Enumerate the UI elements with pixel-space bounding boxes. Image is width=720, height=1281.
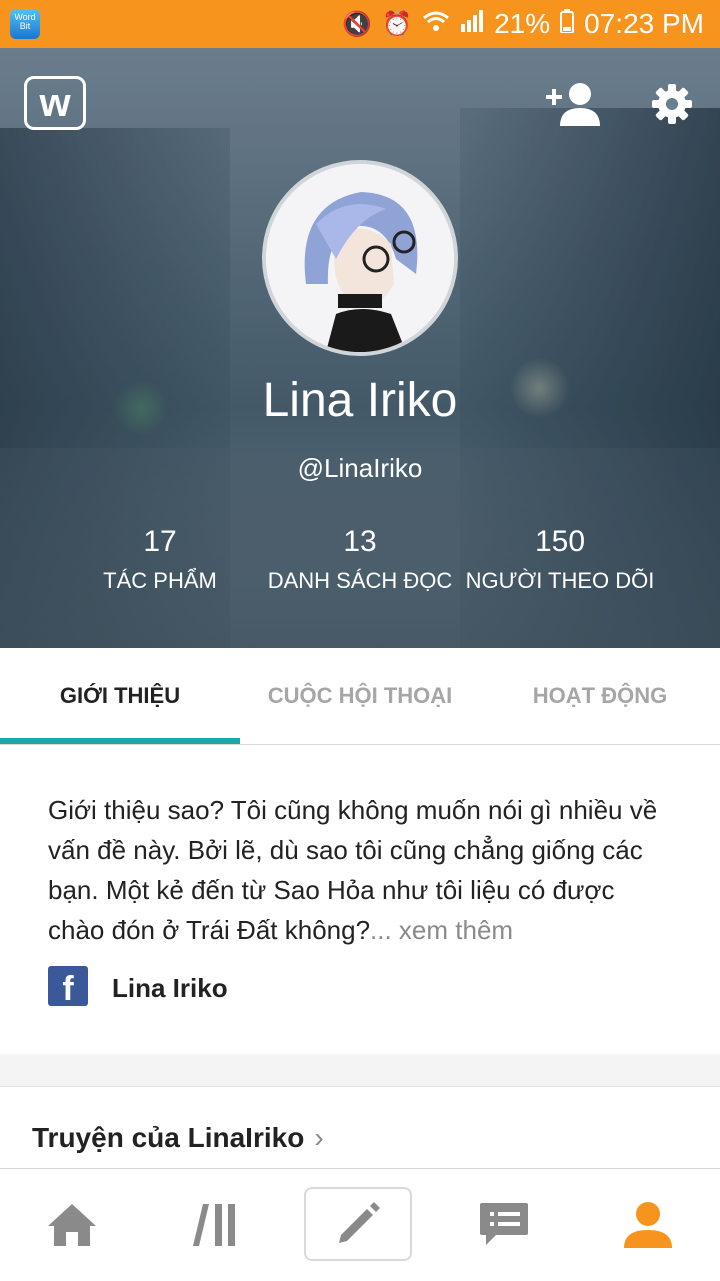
see-more-link[interactable]: ... xem thêm: [370, 915, 513, 945]
facebook-link[interactable]: Lina Iriko: [112, 968, 228, 1008]
stat-reading-lists-label: DANH SÁCH ĐỌC: [267, 568, 453, 593]
add-user-icon[interactable]: [544, 80, 602, 128]
stat-followers-value: 150: [534, 525, 586, 558]
chevron-right-icon: ›: [314, 1122, 324, 1153]
stat-followers-label: NGƯỜI THEO DÕI: [465, 568, 655, 593]
status-bar: Word Bit 🔇 ⏰ 21% 07:23 PM: [0, 0, 720, 48]
profile-tabs: GIỚI THIỆU CUỘC HỘI THOẠI HOẠT ĐỘNG: [0, 648, 720, 745]
messages-icon: [480, 1203, 528, 1245]
facebook-icon[interactable]: f: [48, 966, 88, 1006]
profile-name: Lina Iriko: [262, 374, 458, 427]
write-icon: [339, 1202, 380, 1243]
alarm-icon: ⏰: [382, 10, 413, 38]
nav-write[interactable]: [304, 1187, 412, 1261]
signal-icon: [460, 9, 484, 39]
about-text: Giới thiệu sao? Tôi cũng không muốn nói …: [48, 790, 678, 950]
nav-home[interactable]: [0, 1169, 144, 1281]
stories-section-header[interactable]: Truyện của LinaIriko ›: [32, 1122, 324, 1154]
clock: 07:23 PM: [584, 8, 704, 39]
app-notification-icon: Word Bit: [10, 9, 40, 39]
avatar[interactable]: [262, 160, 458, 356]
nav-profile[interactable]: [576, 1169, 720, 1281]
stat-followers[interactable]: 150 NGƯỜI THEO DÕI: [460, 523, 660, 601]
mute-icon: 🔇: [342, 10, 373, 38]
stories-title: Truyện của LinaIriko: [32, 1122, 305, 1153]
wifi-icon: [422, 10, 450, 39]
home-icon: [48, 1204, 96, 1246]
battery-percent: 21%: [494, 8, 551, 39]
stat-reading-lists[interactable]: 13 DANH SÁCH ĐỌC: [260, 523, 460, 601]
library-icon: [193, 1204, 235, 1246]
profile-icon: [624, 1202, 672, 1248]
active-tab-indicator: [0, 738, 240, 744]
tab-conversations[interactable]: CUỘC HỘI THOẠI: [240, 648, 480, 744]
profile-header: w Lina Iriko @LinaIriko 17 TÁC PHẨM 13 D…: [0, 48, 720, 648]
nav-library[interactable]: [144, 1169, 288, 1281]
bottom-navigation: [0, 1168, 720, 1281]
stat-reading-lists-value: 13: [343, 525, 377, 558]
gear-icon[interactable]: [650, 82, 694, 126]
nav-messages[interactable]: [432, 1169, 576, 1281]
profile-handle: @LinaIriko: [297, 453, 423, 483]
about-description: Giới thiệu sao? Tôi cũng không muốn nói …: [48, 795, 658, 945]
tab-about[interactable]: GIỚI THIỆU: [0, 648, 240, 744]
stat-works-label: TÁC PHẨM: [103, 568, 217, 593]
wattpad-logo[interactable]: w: [24, 76, 86, 130]
battery-icon: [560, 8, 575, 40]
stat-works-value: 17: [143, 525, 177, 558]
tab-activity[interactable]: HOẠT ĐỘNG: [480, 648, 720, 744]
section-divider: [0, 1054, 720, 1087]
stat-works[interactable]: 17 TÁC PHẨM: [60, 523, 260, 601]
